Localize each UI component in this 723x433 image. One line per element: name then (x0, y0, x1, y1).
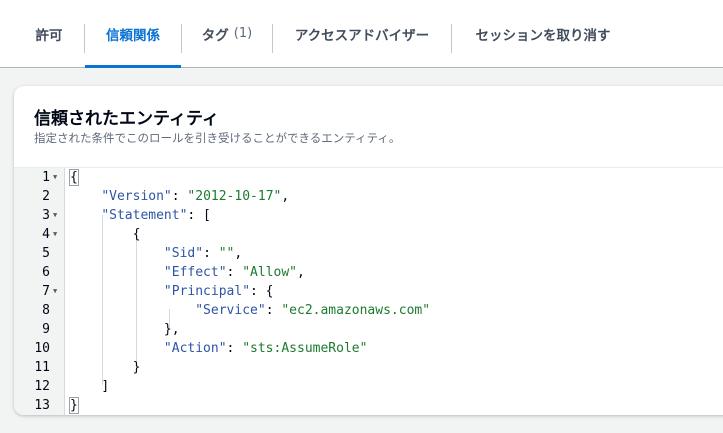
code-line: 5 "Sid": "", (14, 244, 723, 263)
json-string: "ec2.amazonaws.com" (281, 303, 431, 318)
json-string: "sts:AssumeRole" (242, 341, 368, 356)
line-number: 1 (42, 170, 50, 185)
code-text: } (69, 397, 79, 414)
line-number: 13 (34, 398, 50, 413)
code-line: 6 "Effect": "Allow", (14, 263, 723, 282)
trusted-entities-panel: 信頼されたエンティティ 指定された条件でこのロールを引き受けることができるエンテ… (14, 86, 723, 415)
fold-arrow-icon[interactable]: ▼ (53, 168, 57, 187)
line-number: 12 (34, 379, 50, 394)
line-number: 2 (42, 189, 50, 204)
json-key: "Effect" (163, 265, 227, 280)
line-number: 7 (42, 284, 50, 299)
fold-arrow-icon[interactable]: ▼ (53, 206, 57, 225)
code-line: 9 }, (14, 320, 723, 339)
code-text: ] (101, 379, 110, 394)
fold-arrow-icon[interactable]: ▼ (53, 225, 57, 244)
tab-label: 許可 (35, 27, 63, 44)
code-text: "Version": "2012-10-17", (101, 189, 290, 204)
tab-label: タグ (201, 27, 229, 44)
code-text: "Sid": "", (163, 246, 243, 261)
panel-description: 指定された条件でこのロールを引き受けることができるエンティティ。 (34, 131, 401, 145)
tab-label: 信頼関係 (106, 27, 160, 44)
code-text: } (132, 360, 141, 375)
code-line: 1 ▼ { (14, 168, 723, 187)
code-text: "Statement": [ (101, 208, 211, 223)
tab-bar: 許可 信頼関係 タグ (1) アクセスアドバイザー セッションを取り消す (0, 0, 723, 68)
line-number: 11 (34, 360, 50, 375)
code-line: 2 "Version": "2012-10-17", (14, 187, 723, 206)
code-text: "Effect": "Allow", (163, 265, 305, 280)
tab-access-advisor[interactable]: アクセスアドバイザー (273, 0, 451, 67)
policy-code-editor[interactable]: 1 ▼ { 2 "Version": "2012-10-17", 3 ▼ "St… (14, 168, 723, 415)
line-number: 10 (34, 341, 50, 356)
code-line: 8 "Service": "ec2.amazonaws.com" (14, 301, 723, 320)
line-number: 9 (42, 322, 50, 337)
tab-count: (1) (233, 26, 253, 41)
panel-header: 信頼されたエンティティ 指定された条件でこのロールを引き受けることができるエンテ… (14, 86, 723, 168)
code-text: }, (163, 322, 180, 337)
panel-title: 信頼されたエンティティ (34, 109, 219, 129)
json-key: "Service" (195, 303, 266, 318)
code-text: { (69, 169, 79, 186)
line-number: 4 (42, 227, 50, 242)
json-key: "Version" (101, 189, 172, 204)
fold-arrow-icon[interactable]: ▼ (53, 282, 57, 301)
code-line: 13 } (14, 396, 723, 415)
code-text: "Service": "ec2.amazonaws.com" (195, 303, 431, 318)
tab-label: アクセスアドバイザー (294, 27, 430, 44)
json-key: "Sid" (163, 246, 204, 261)
code-line: 11 } (14, 358, 723, 377)
line-number: 5 (42, 246, 50, 261)
tab-revoke-sessions[interactable]: セッションを取り消す (452, 0, 634, 67)
line-number: 8 (42, 303, 50, 318)
json-string: "Allow" (242, 265, 297, 280)
json-key: "Principal" (163, 284, 251, 299)
json-key: "Statement" (101, 208, 188, 223)
line-number: 6 (42, 265, 50, 280)
tab-trust-relationships[interactable]: 信頼関係 (85, 0, 181, 68)
json-string: "" (218, 246, 235, 261)
tab-tags[interactable]: タグ (1) (182, 0, 272, 67)
code-line: 12 ] (14, 377, 723, 396)
code-line: 7 ▼ "Principal": { (14, 282, 723, 301)
json-string: "2012-10-17" (187, 189, 282, 204)
code-text: "Action": "sts:AssumeRole" (163, 341, 368, 356)
tab-permissions[interactable]: 許可 (14, 0, 84, 67)
code-line: 10 "Action": "sts:AssumeRole" (14, 339, 723, 358)
json-key: "Action" (163, 341, 227, 356)
tab-label: セッションを取り消す (475, 27, 611, 44)
code-text: "Principal": { (163, 284, 274, 299)
code-line: 4 ▼ { (14, 225, 723, 244)
code-line: 3 ▼ "Statement": [ (14, 206, 723, 225)
line-number: 3 (42, 208, 50, 223)
code-text: { (132, 227, 141, 242)
